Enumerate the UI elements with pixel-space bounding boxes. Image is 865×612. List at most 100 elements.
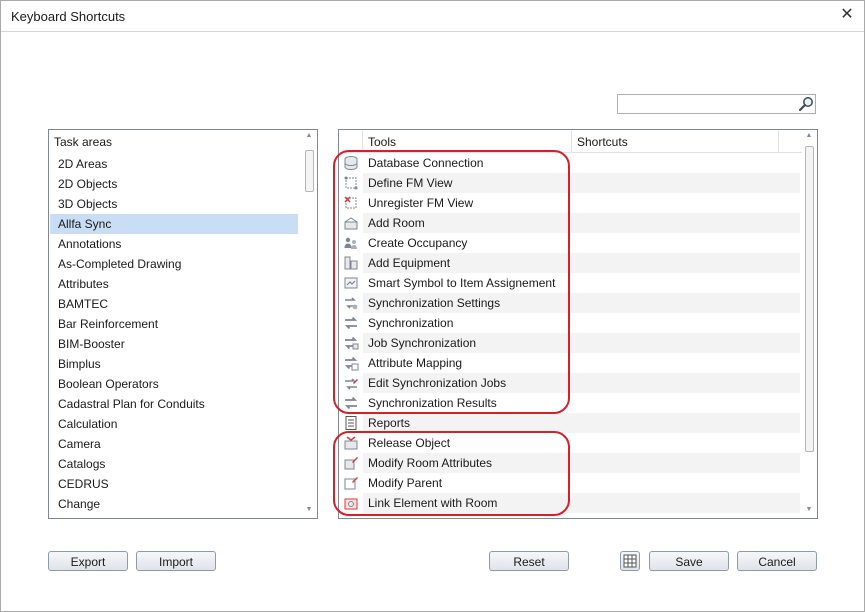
- tool-name[interactable]: Modify Parent: [363, 473, 571, 493]
- tool-name[interactable]: Smart Symbol to Item Assignement: [363, 273, 571, 293]
- tool-row[interactable]: Synchronization Results: [339, 393, 802, 413]
- scroll-down-icon[interactable]: ▼: [802, 504, 816, 516]
- shortcuts-column-header[interactable]: Shortcuts: [572, 130, 779, 152]
- task-area-item[interactable]: Cadastral Plan for Conduits: [50, 394, 298, 414]
- tool-row[interactable]: Create Occupancy: [339, 233, 802, 253]
- tool-name[interactable]: Attribute Mapping: [363, 353, 571, 373]
- task-area-item[interactable]: Bar Reinforcement: [50, 314, 298, 334]
- tool-icon-cell: [339, 453, 363, 473]
- tool-row[interactable]: Database Connection: [339, 153, 802, 173]
- tool-name[interactable]: Synchronization: [363, 313, 571, 333]
- close-icon[interactable]: ✕: [838, 6, 856, 24]
- task-area-item[interactable]: Boolean Operators: [50, 374, 298, 394]
- export-button[interactable]: Export: [48, 551, 128, 571]
- save-button[interactable]: Save: [649, 551, 729, 571]
- magnifier-icon[interactable]: [798, 96, 814, 112]
- tool-name[interactable]: Release Object: [363, 433, 571, 453]
- task-areas-scrollbar[interactable]: ▲ ▼: [302, 130, 316, 518]
- shortcut-cell[interactable]: [571, 153, 800, 173]
- table-grid-button[interactable]: [620, 551, 640, 571]
- tool-icon-cell: [339, 253, 363, 273]
- tool-name[interactable]: Synchronization Results: [363, 393, 571, 413]
- tool-name[interactable]: Add Room: [363, 213, 571, 233]
- search-box: [617, 94, 816, 114]
- task-area-item[interactable]: BAMTEC: [50, 294, 298, 314]
- shortcut-cell[interactable]: [571, 473, 800, 493]
- cancel-button[interactable]: Cancel: [737, 551, 817, 571]
- shortcut-cell[interactable]: [571, 413, 800, 433]
- shortcut-cell[interactable]: [571, 273, 800, 293]
- tool-row[interactable]: Synchronization: [339, 313, 802, 333]
- scroll-up-icon[interactable]: ▲: [302, 130, 316, 142]
- shortcut-cell[interactable]: [571, 213, 800, 233]
- import-button[interactable]: Import: [136, 551, 216, 571]
- task-area-item[interactable]: Calculation: [50, 414, 298, 434]
- tool-name[interactable]: Modify Room Attributes: [363, 453, 571, 473]
- tool-row[interactable]: Add Equipment: [339, 253, 802, 273]
- shortcut-cell[interactable]: [571, 393, 800, 413]
- shortcut-cell[interactable]: [571, 313, 800, 333]
- tool-name[interactable]: Job Synchronization: [363, 333, 571, 353]
- equipment-icon: [344, 256, 358, 270]
- tool-row[interactable]: Define FM View: [339, 173, 802, 193]
- tool-name[interactable]: Link Element with Room: [363, 493, 571, 513]
- tool-row[interactable]: Link Element with Room: [339, 493, 802, 513]
- tool-name[interactable]: Unregister FM View: [363, 193, 571, 213]
- task-area-item[interactable]: Camera: [50, 434, 298, 454]
- tool-row[interactable]: Release Object: [339, 433, 802, 453]
- shortcut-cell[interactable]: [571, 493, 800, 513]
- scroll-thumb[interactable]: [805, 146, 814, 452]
- task-area-item[interactable]: As-Completed Drawing: [50, 254, 298, 274]
- tools-column-header[interactable]: Tools: [363, 130, 572, 152]
- shortcut-cell[interactable]: [571, 233, 800, 253]
- tool-name[interactable]: Add Equipment: [363, 253, 571, 273]
- sync-results-icon: [344, 396, 358, 410]
- shortcut-cell[interactable]: [571, 253, 800, 273]
- tool-row[interactable]: Edit Synchronization Jobs: [339, 373, 802, 393]
- reset-button[interactable]: Reset: [489, 551, 569, 571]
- tool-row[interactable]: Synchronization Settings: [339, 293, 802, 313]
- tool-row[interactable]: Job Synchronization: [339, 333, 802, 353]
- tool-row[interactable]: Add Room: [339, 213, 802, 233]
- tool-name[interactable]: Database Connection: [363, 153, 571, 173]
- search-input[interactable]: [618, 95, 800, 113]
- shortcut-cell[interactable]: [571, 333, 800, 353]
- task-area-item[interactable]: BIM-Booster: [50, 334, 298, 354]
- task-area-item[interactable]: Annotations: [50, 234, 298, 254]
- task-area-item[interactable]: 2D Areas: [50, 154, 298, 174]
- task-area-item[interactable]: Bimplus: [50, 354, 298, 374]
- shortcut-cell[interactable]: [571, 453, 800, 473]
- task-area-item[interactable]: 3D Objects: [50, 194, 298, 214]
- tool-name[interactable]: Create Occupancy: [363, 233, 571, 253]
- unregister-view-icon: [344, 196, 357, 209]
- task-area-item[interactable]: Allfa Sync: [50, 214, 298, 234]
- task-area-item[interactable]: Catalogs: [50, 454, 298, 474]
- scroll-up-icon[interactable]: ▲: [802, 130, 816, 142]
- tool-name[interactable]: Define FM View: [363, 173, 571, 193]
- task-area-item[interactable]: 2D Objects: [50, 174, 298, 194]
- tool-icon-cell: [339, 433, 363, 453]
- shortcut-cell[interactable]: [571, 173, 800, 193]
- task-area-item[interactable]: Attributes: [50, 274, 298, 294]
- tool-row[interactable]: Unregister FM View: [339, 193, 802, 213]
- scroll-down-icon[interactable]: ▼: [302, 504, 316, 516]
- task-area-item[interactable]: Change: [50, 494, 298, 514]
- modify-room-attributes-icon: [344, 457, 358, 470]
- shortcut-cell[interactable]: [571, 373, 800, 393]
- shortcut-cell[interactable]: [571, 293, 800, 313]
- tool-row[interactable]: Smart Symbol to Item Assignement: [339, 273, 802, 293]
- tools-scrollbar[interactable]: ▲ ▼: [802, 130, 816, 518]
- tool-row[interactable]: Reports: [339, 413, 802, 433]
- scroll-thumb[interactable]: [305, 150, 314, 192]
- tool-row[interactable]: Modify Room Attributes: [339, 453, 802, 473]
- tool-name[interactable]: Synchronization Settings: [363, 293, 571, 313]
- task-area-item[interactable]: CEDRUS: [50, 474, 298, 494]
- tool-row[interactable]: Modify Parent: [339, 473, 802, 493]
- tool-row[interactable]: Attribute Mapping: [339, 353, 802, 373]
- shortcut-cell[interactable]: [571, 353, 800, 373]
- shortcut-cell[interactable]: [571, 193, 800, 213]
- sync-settings-icon: [345, 297, 358, 310]
- tool-name[interactable]: Reports: [363, 413, 571, 433]
- tool-name[interactable]: Edit Synchronization Jobs: [363, 373, 571, 393]
- shortcut-cell[interactable]: [571, 433, 800, 453]
